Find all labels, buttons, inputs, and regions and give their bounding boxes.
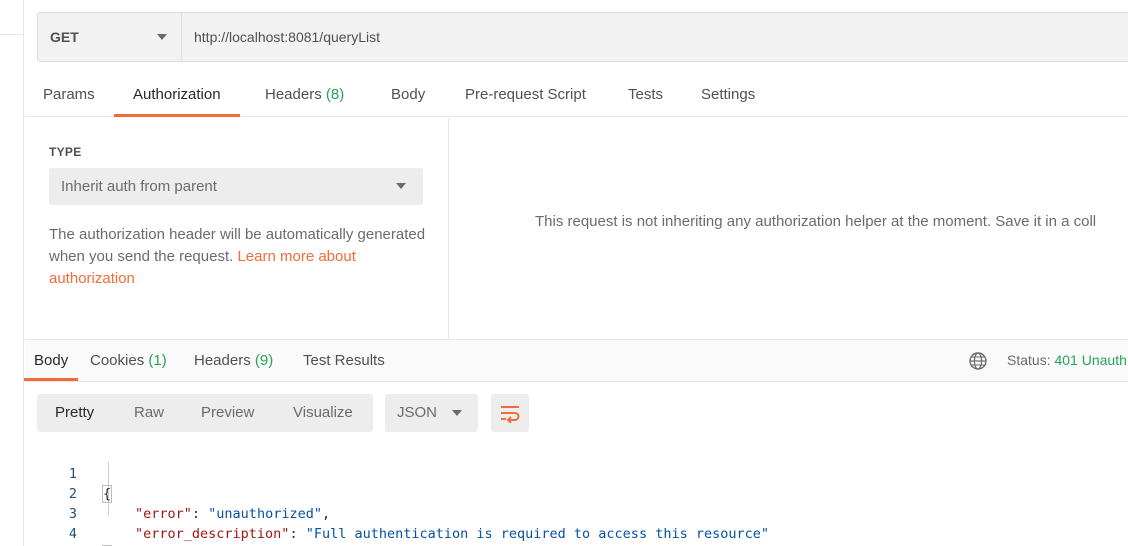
view-visualize-button[interactable]: Visualize — [293, 394, 353, 432]
response-tabs: Body Cookies (1) Headers (9) Test Result… — [23, 339, 1128, 382]
code-line: 4 } — [25, 504, 1128, 546]
method-label: GET — [50, 29, 79, 45]
code-line: 1 { — [25, 444, 1128, 503]
auth-info-message: This request is not inheriting any autho… — [535, 213, 1097, 230]
url-input[interactable]: http://localhost:8081/queryList — [182, 13, 380, 61]
response-tab-body[interactable]: Body — [23, 340, 79, 381]
auth-type-select[interactable]: Inherit auth from parent — [49, 168, 423, 205]
view-preview-button[interactable]: Preview — [201, 394, 254, 432]
chevron-down-icon — [157, 34, 167, 40]
status-code: 401 Unauth — [1054, 352, 1127, 368]
tab-authorization[interactable]: Authorization — [114, 75, 240, 117]
response-tab-headers[interactable]: Headers (9) — [194, 340, 273, 381]
sidebar-divider — [0, 34, 24, 35]
sidebar-edge — [0, 0, 24, 546]
tab-body[interactable]: Body — [391, 75, 425, 117]
tab-pre-request-script[interactable]: Pre-request Script — [465, 75, 586, 117]
tab-params[interactable]: Params — [43, 75, 95, 117]
response-body-editor[interactable]: 1 { 2 "error": "unauthorized", 3 "error_… — [25, 444, 1128, 546]
chevron-down-icon — [396, 183, 406, 189]
wrap-lines-button[interactable] — [491, 394, 529, 432]
cookies-count: (1) — [148, 352, 167, 369]
tab-headers[interactable]: Headers (8) — [265, 75, 344, 117]
format-value: JSON — [397, 404, 438, 421]
line-number: 4 — [68, 526, 77, 542]
globe-icon[interactable] — [968, 351, 988, 371]
body-view-modes: Pretty Raw Preview Visualize — [37, 394, 373, 432]
view-pretty-button[interactable]: Pretty — [55, 394, 94, 432]
request-editor: GET http://localhost:8081/queryList Para… — [23, 0, 1128, 546]
tab-tests[interactable]: Tests — [628, 75, 663, 117]
chevron-down-icon — [452, 410, 462, 416]
headers-count: (8) — [325, 86, 345, 103]
auth-description: The authorization header will be automat… — [49, 226, 426, 287]
request-tabs: Params Authorization Headers (8) Body Pr… — [25, 75, 1128, 117]
response-tab-test-results[interactable]: Test Results — [303, 340, 385, 381]
response-status: Status: 401 Unauth — [1007, 352, 1127, 368]
auth-type-value: Inherit auth from parent — [61, 178, 217, 195]
method-select[interactable]: GET — [38, 13, 182, 61]
response-tab-cookies[interactable]: Cookies (1) — [90, 340, 167, 381]
view-raw-button[interactable]: Raw — [134, 394, 164, 432]
json-value: "Full authentication is required to acce… — [305, 526, 769, 542]
code-line: 3 "error_description": "Full authenticat… — [25, 484, 1128, 542]
auth-type-label: TYPE — [49, 145, 82, 159]
auth-type-panel: TYPE Inherit auth from parent The author… — [25, 118, 449, 339]
format-select[interactable]: JSON — [385, 394, 478, 432]
json-key: "error_description" — [135, 526, 290, 542]
response-headers-count: (9) — [254, 352, 274, 369]
code-line: 2 "error": "unauthorized", — [25, 464, 1128, 522]
url-bar: GET http://localhost:8081/queryList — [37, 12, 1128, 62]
wrap-lines-icon — [501, 406, 520, 423]
tab-settings[interactable]: Settings — [701, 75, 755, 117]
